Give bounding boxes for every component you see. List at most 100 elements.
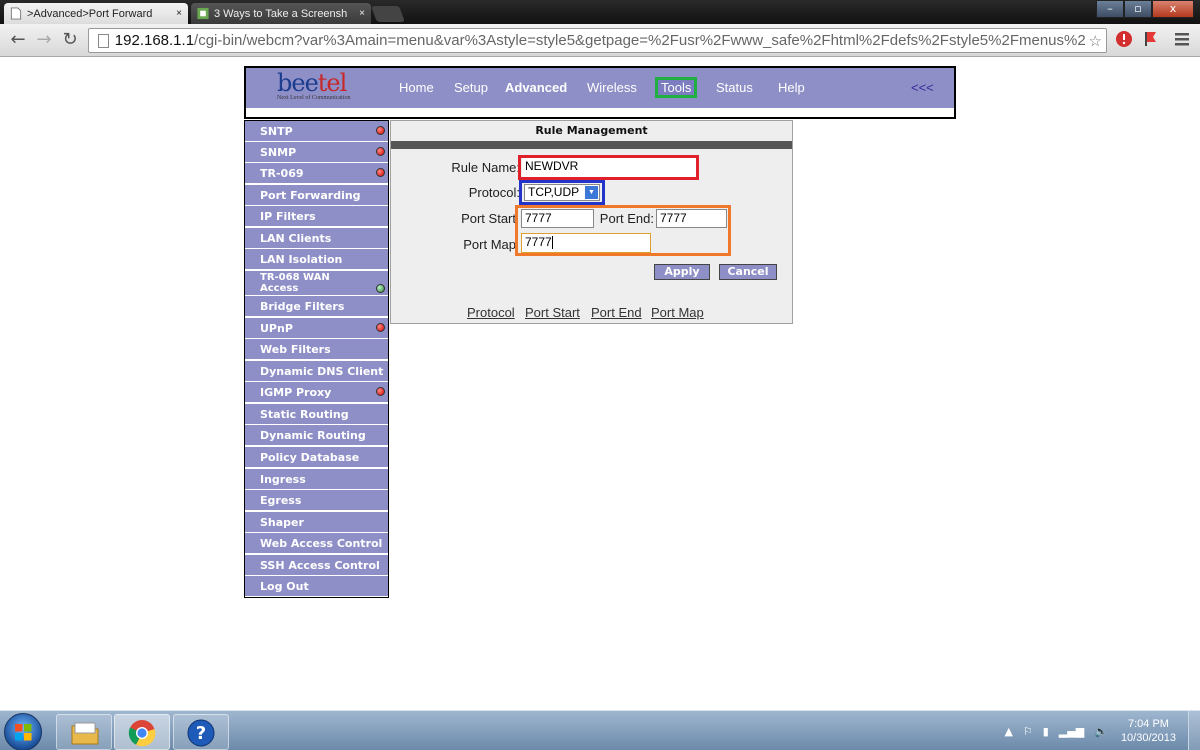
action-center-flag-icon[interactable]: ⚐ xyxy=(1023,725,1033,738)
sidebar-item-upnp[interactable]: UPnP xyxy=(245,318,388,338)
url-text: 192.168.1.1/cgi-bin/webcm?var%3Amain=men… xyxy=(114,32,1085,49)
taskbar-chrome[interactable] xyxy=(114,714,170,750)
collapse-menu-link[interactable]: <<< xyxy=(911,80,934,95)
power-icon[interactable]: ▮ xyxy=(1043,725,1049,738)
sidebar-item-bridge-filters[interactable]: Bridge Filters xyxy=(245,296,388,316)
sidebar-item-snmp[interactable]: SNMP xyxy=(245,142,388,162)
minimize-button[interactable]: – xyxy=(1096,0,1124,18)
chrome-icon xyxy=(128,720,156,747)
sidebar-item-shaper[interactable]: Shaper xyxy=(245,512,388,532)
address-bar[interactable]: 192.168.1.1/cgi-bin/webcm?var%3Amain=men… xyxy=(88,28,1107,53)
port-end-input[interactable]: 7777 xyxy=(656,209,727,228)
sidebar-item-dynamic-routing[interactable]: Dynamic Routing xyxy=(245,425,388,445)
back-arrow-icon[interactable]: ← xyxy=(8,29,28,50)
rule-name-input[interactable]: NEWDVR xyxy=(522,158,696,177)
router-header: beetel Next Level of Communication Home … xyxy=(244,66,956,119)
sidebar-item-lan-isolation[interactable]: LAN Isolation xyxy=(245,249,388,269)
port-start-label: Port Start xyxy=(461,211,516,226)
sidebar-item-policy-database[interactable]: Policy Database xyxy=(245,447,388,467)
column-protocol[interactable]: Protocol xyxy=(467,305,515,320)
sidebar-item-tr069[interactable]: TR-069 xyxy=(245,163,388,183)
windows-logo-icon xyxy=(15,724,32,741)
port-map-label: Port Map xyxy=(463,237,516,252)
window-controls: – ▫ x xyxy=(1096,0,1194,18)
wikihow-icon xyxy=(197,7,209,20)
page-icon xyxy=(10,7,22,20)
start-button[interactable] xyxy=(4,713,42,750)
nav-tools[interactable]: Tools xyxy=(655,77,698,98)
status-green-icon xyxy=(376,284,385,293)
beetel-logo: beetel Next Level of Communication xyxy=(277,69,351,101)
taskbar-help[interactable]: ? xyxy=(173,714,229,750)
apply-button[interactable]: Apply xyxy=(654,264,710,280)
restore-button[interactable]: ▫ xyxy=(1124,0,1152,18)
sidebar-item-sntp[interactable]: SNTP xyxy=(245,121,388,141)
close-window-button[interactable]: x xyxy=(1152,0,1194,18)
status-red-icon xyxy=(376,387,385,396)
column-port-start[interactable]: Port Start xyxy=(525,305,580,320)
folder-icon xyxy=(71,722,99,745)
sidebar-item-web-access-control[interactable]: Web Access Control xyxy=(245,533,388,553)
nav-wireless[interactable]: Wireless xyxy=(587,80,637,95)
show-desktop-button[interactable] xyxy=(1188,711,1200,750)
sidebar-item-static-routing[interactable]: Static Routing xyxy=(245,404,388,424)
nav-advanced[interactable]: Advanced xyxy=(505,80,567,95)
status-red-icon xyxy=(376,168,385,177)
sidebar-item-igmp-proxy[interactable]: IGMP Proxy xyxy=(245,382,388,402)
volume-icon[interactable]: 🔈 xyxy=(1094,725,1108,738)
tab-title: >Advanced>Port Forward xyxy=(27,7,153,20)
reload-icon[interactable]: ↻ xyxy=(60,29,80,50)
panel-divider xyxy=(391,141,792,149)
tab-port-forward[interactable]: >Advanced>Port Forward × xyxy=(4,3,188,24)
windows-taskbar: ? ▲ ⚐ ▮ ▂▄▆ 🔈 7:04 PM 10/30/2013 xyxy=(0,710,1200,750)
sidebar-item-port-forwarding[interactable]: Port Forwarding xyxy=(245,185,388,205)
tab-title: 3 Ways to Take a Screensh xyxy=(214,7,348,20)
panel-title: Rule Management xyxy=(391,121,792,141)
protocol-select[interactable]: TCP,UDP ▼ xyxy=(524,184,600,201)
nav-setup[interactable]: Setup xyxy=(454,80,488,95)
taskbar-clock[interactable]: 7:04 PM 10/30/2013 xyxy=(1121,717,1176,745)
cancel-button[interactable]: Cancel xyxy=(719,264,777,280)
system-tray: ▲ ⚐ ▮ ▂▄▆ 🔈 7:04 PM 10/30/2013 xyxy=(999,711,1200,750)
sidebar-item-ingress[interactable]: Ingress xyxy=(245,469,388,489)
help-icon: ? xyxy=(187,719,215,747)
browser-tab-strip: >Advanced>Port Forward × 3 Ways to Take … xyxy=(0,0,1200,24)
status-red-icon xyxy=(376,126,385,135)
flag-extension-icon[interactable] xyxy=(1142,30,1162,50)
status-red-icon xyxy=(376,147,385,156)
rule-name-label: Rule Name: xyxy=(451,160,520,175)
protocol-label: Protocol: xyxy=(468,185,520,200)
taskbar-explorer[interactable] xyxy=(56,714,112,750)
port-end-label: Port End: xyxy=(599,211,654,226)
svg-text:?: ? xyxy=(196,723,206,744)
sidebar-item-egress[interactable]: Egress xyxy=(245,490,388,510)
tab-screenshot-article[interactable]: 3 Ways to Take a Screensh × xyxy=(191,3,371,24)
nav-status[interactable]: Status xyxy=(716,80,753,95)
nav-help[interactable]: Help xyxy=(778,80,805,95)
port-map-input[interactable]: 7777 xyxy=(521,233,651,253)
sidebar-item-log-out[interactable]: Log Out xyxy=(245,576,388,596)
browser-toolbar: ← → ↻ 192.168.1.1/cgi-bin/webcm?var%3Ama… xyxy=(0,24,1200,57)
show-hidden-icons-icon[interactable]: ▲ xyxy=(1004,725,1012,738)
sidebar-item-tr068-wan-access[interactable]: TR-068 WAN Access xyxy=(245,271,388,295)
status-red-icon xyxy=(376,323,385,332)
sidebar-item-lan-clients[interactable]: LAN Clients xyxy=(245,228,388,248)
column-port-map[interactable]: Port Map xyxy=(651,305,704,320)
nav-home[interactable]: Home xyxy=(399,80,434,95)
forward-arrow-icon[interactable]: → xyxy=(34,29,54,50)
sidebar-item-ssh-access-control[interactable]: SSH Access Control xyxy=(245,555,388,575)
page-icon xyxy=(98,33,109,48)
menu-wrench-icon[interactable] xyxy=(1172,30,1192,50)
sidebar-item-ip-filters[interactable]: IP Filters xyxy=(245,206,388,226)
sidebar-item-dynamic-dns[interactable]: Dynamic DNS Client xyxy=(245,361,388,381)
tab-close-icon[interactable]: × xyxy=(359,8,365,19)
tab-close-icon[interactable]: × xyxy=(176,8,182,19)
stop-extension-icon[interactable] xyxy=(1114,30,1134,50)
dropdown-arrow-icon[interactable]: ▼ xyxy=(585,186,598,199)
port-start-input[interactable]: 7777 xyxy=(521,209,594,228)
bookmark-star-icon[interactable]: ☆ xyxy=(1089,32,1102,50)
new-tab-button[interactable] xyxy=(371,6,405,22)
column-port-end[interactable]: Port End xyxy=(591,305,642,320)
sidebar-item-web-filters[interactable]: Web Filters xyxy=(245,339,388,359)
network-signal-icon[interactable]: ▂▄▆ xyxy=(1059,725,1084,738)
